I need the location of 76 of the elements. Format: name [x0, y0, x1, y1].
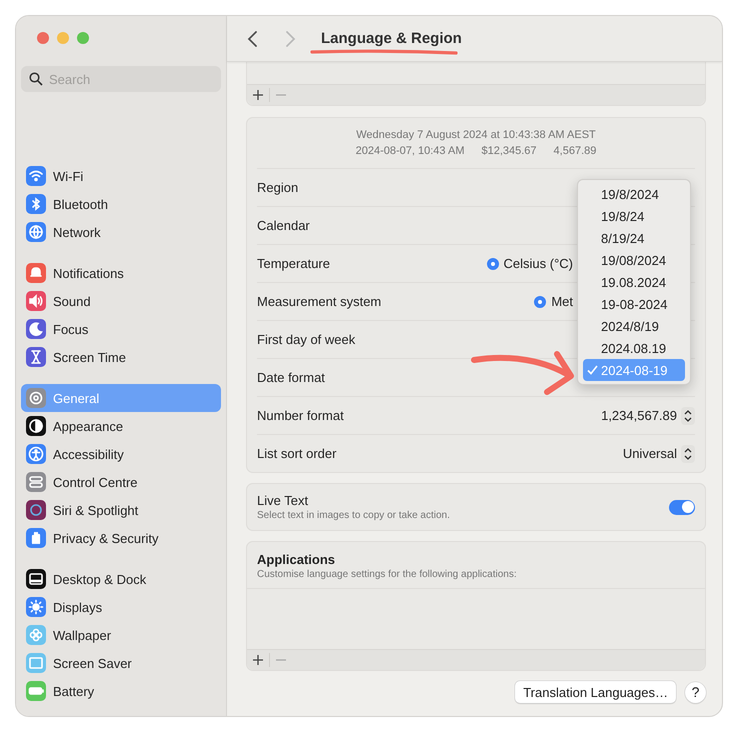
stepper-icon [681, 406, 695, 424]
sidebar-item[interactable]: Network [21, 218, 221, 246]
checkmark-icon [587, 365, 598, 375]
sun-icon [26, 597, 46, 617]
help-button[interactable]: ? [685, 682, 706, 702]
toggle-switch[interactable] [669, 500, 695, 514]
minimize-button[interactable] [57, 32, 69, 44]
format-preview: 2024-08-07, 10:43 AM [356, 144, 464, 159]
sidebar-item[interactable]: Screen Time [21, 343, 221, 371]
setting-label: Number format [257, 408, 344, 423]
setting-label: Date format [257, 370, 325, 385]
setting-label: Temperature [257, 256, 330, 271]
setting-label: Calendar [257, 218, 310, 233]
setting-label: First day of week [257, 332, 356, 347]
menu-item[interactable]: 19.08.2024 [583, 271, 685, 293]
popup-button[interactable]: Universal [622, 444, 695, 462]
section-title: Applications [257, 552, 336, 567]
orb-icon [26, 500, 46, 520]
sidebar-item[interactable]: Wi-Fi [21, 162, 221, 190]
search-field[interactable]: Search [21, 66, 221, 92]
format-preview: $12,345.67 [481, 144, 537, 159]
sidebar-item[interactable]: Wallpaper [21, 621, 221, 649]
screen-icon [26, 653, 46, 673]
speaker-icon [26, 291, 46, 311]
bluetooth-icon [26, 194, 46, 214]
format-preview: 4,567.89 [554, 144, 596, 159]
sidebar-item[interactable]: Battery [21, 677, 221, 705]
stepper-icon [681, 444, 695, 462]
section-description: Customise language settings for the following applications: [257, 569, 518, 580]
date-preview: Wednesday 7 August 2024 at 10:43:38 AM AEST [355, 128, 597, 143]
plus-icon [253, 90, 263, 100]
sidebar-item[interactable]: Control Centre [21, 468, 221, 496]
close-button[interactable] [37, 32, 49, 44]
hourglass-icon [26, 347, 46, 367]
radio-button[interactable]: Met [534, 294, 573, 309]
sidebar-item[interactable]: Screen Saver [21, 649, 221, 677]
sidebar-item[interactable]: Desktop & Dock [21, 565, 221, 593]
plus-icon [253, 655, 263, 665]
globe-icon [26, 222, 46, 242]
bell-icon [26, 263, 46, 283]
accessibility-icon [26, 444, 46, 464]
menu-item[interactable]: 19-08-2024 [583, 293, 685, 315]
sidebar-item[interactable]: Sound [21, 287, 221, 315]
flower-icon [26, 625, 46, 645]
dock-icon [26, 569, 46, 589]
setting-label: Measurement system [257, 294, 382, 309]
hand-icon [26, 528, 46, 548]
wifi-icon [26, 166, 46, 186]
window-title: Language & Region [321, 30, 462, 47]
zoom-button[interactable] [77, 32, 89, 44]
popup-button[interactable]: 1,234,567.89 [601, 406, 695, 424]
menu-item[interactable]: 2024/8/19 [583, 315, 685, 337]
menu-item[interactable]: 19/8/24 [583, 205, 685, 227]
sidebar-item[interactable]: Privacy & Security [21, 524, 221, 552]
sidebar-item[interactable]: Siri & Spotlight [21, 496, 221, 524]
menu-item[interactable]: 2024.08.19 [583, 337, 685, 359]
battery-icon [26, 681, 46, 701]
sidebar-item[interactable]: Bluetooth [21, 190, 221, 218]
setting-label: Live Text [257, 493, 310, 508]
setting-label: List sort order [257, 446, 336, 461]
menu-item[interactable]: 8/19/24 [583, 227, 685, 249]
sidebar-item[interactable]: Focus [21, 315, 221, 343]
menu-item[interactable]: 19/08/2024 [583, 249, 685, 271]
setting-description: Select text in images to copy or take action. [257, 510, 450, 521]
menu-item[interactable]: 19/8/2024 [583, 183, 685, 205]
translation-languages-button[interactable]: Translation Languages… [515, 681, 676, 703]
sidebar-item[interactable]: Accessibility [21, 440, 221, 468]
sidebar-item[interactable]: Notifications [21, 259, 221, 287]
switches-icon [26, 472, 46, 492]
gear-icon [26, 388, 46, 408]
contrast-icon [26, 416, 46, 436]
sidebar-item[interactable]: Displays [21, 593, 221, 621]
setting-label: Region [257, 180, 298, 195]
moon-icon [26, 319, 46, 339]
radio-button[interactable]: Celsius (°C) [486, 256, 573, 271]
sidebar-item[interactable]: Appearance [21, 412, 221, 440]
